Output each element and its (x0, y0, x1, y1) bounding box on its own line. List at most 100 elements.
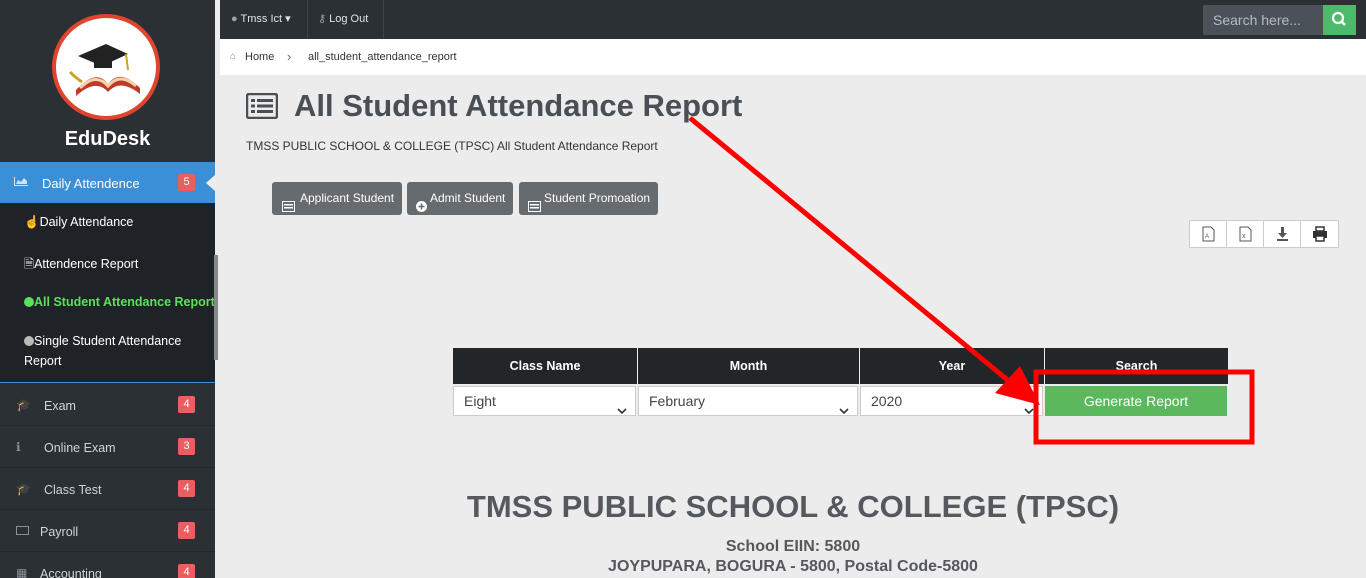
breadcrumb: ⌂ Home › all_student_attendance_report (220, 39, 1366, 75)
class-name-value: Eight (464, 393, 496, 409)
student-promoation-button[interactable]: Student Promoation (519, 182, 659, 215)
count-badge: 4 (178, 522, 195, 539)
user-icon: ● (231, 13, 238, 25)
svg-text:x: x (1242, 233, 1246, 240)
circle-icon (24, 297, 34, 307)
search-input[interactable] (1203, 5, 1323, 35)
count-badge: 4 (178, 396, 195, 413)
submenu-label: Single Student Attendance (34, 334, 182, 348)
school-address: JOYPUPARA, BOGURA - 5800, Postal Code-58… (608, 558, 978, 575)
print-icon (1313, 226, 1327, 242)
print-button[interactable] (1301, 221, 1338, 247)
sidebar-item-label: Daily Attendence (42, 176, 140, 191)
year-value: 2020 (871, 393, 903, 409)
export-excel-button[interactable]: x (1227, 221, 1264, 247)
user-name: Tmss Ict (240, 13, 283, 25)
breadcrumb-home[interactable]: Home (245, 51, 274, 63)
calculator-icon: ▦ (16, 566, 28, 578)
chevron-down-icon (617, 396, 627, 424)
home-icon: ⌂ (230, 51, 237, 62)
money-icon (16, 526, 29, 535)
breadcrumb-current: all_student_attendance_report (308, 51, 457, 63)
sidebar-item-label: Payroll (40, 525, 79, 539)
active-caret (206, 175, 215, 191)
submenu-item-single-student-attendance-report[interactable]: Single Student Attendance Report (24, 331, 214, 371)
graduation-cap-icon: 🎓 (16, 398, 31, 412)
count-badge: 4 (178, 564, 195, 578)
count-badge: 3 (178, 438, 195, 455)
pdf-file-icon: A (1202, 226, 1215, 242)
header-search: Search (1045, 348, 1228, 384)
list-icon (528, 192, 541, 225)
sidebar-item-label: Exam (44, 399, 76, 413)
download-icon (1277, 227, 1288, 241)
submenu-label-continued: Report (24, 354, 62, 368)
brand-name: EduDesk (64, 128, 151, 150)
submenu-item-attendence-report[interactable]: 🗎Attendence Report (24, 255, 138, 276)
list-alt-icon (245, 92, 279, 120)
school-name: TMSS PUBLIC SCHOOL & COLLEGE (TPSC) (466, 489, 1120, 524)
sidebar-item-label: Online Exam (44, 441, 116, 455)
applicant-student-button[interactable]: Applicant Student (272, 182, 403, 215)
export-toolbar: A x (1189, 220, 1339, 248)
plus-circle-icon (416, 192, 427, 225)
generate-report-button[interactable]: Generate Report (1045, 386, 1227, 416)
sidebar: EduDesk Daily Attendence 5 ☝Daily Attend… (0, 0, 215, 578)
sidebar-item-class-test[interactable]: 🎓 Class Test 4 (0, 468, 215, 510)
search-button[interactable] (1323, 5, 1356, 35)
school-eiin: School EIIN: 5800 (725, 538, 861, 555)
header-month: Month (638, 348, 859, 384)
submenu-item-all-student-attendance-report[interactable]: All Student Attendance Report (24, 295, 215, 309)
month-value: February (649, 393, 706, 409)
class-name-select[interactable]: Eight (453, 386, 636, 416)
user-menu-button[interactable]: ● Tmss Ict ▾ (220, 0, 308, 39)
header-class-name: Class Name (453, 348, 637, 384)
search-icon (1331, 11, 1346, 26)
sidebar-item-daily-attendence[interactable]: Daily Attendence 5 (0, 162, 215, 203)
area-chart-icon (14, 175, 28, 190)
year-select[interactable]: 2020 (860, 386, 1043, 416)
button-label: Student Promoation (544, 191, 651, 205)
page-subtitle: TMSS PUBLIC SCHOOL & COLLEGE (TPSC) All … (246, 139, 658, 153)
submenu-item-daily-attendance[interactable]: ☝Daily Attendance (24, 215, 133, 230)
svg-text:A: A (1205, 234, 1209, 240)
header-year: Year (860, 348, 1044, 384)
hand-pointer-icon: ☝ (24, 215, 40, 229)
brand: EduDesk (0, 0, 215, 162)
page-title: All Student Attendance Report (294, 88, 743, 123)
button-label: Admit Student (430, 191, 506, 205)
sidebar-scrollbar[interactable] (214, 255, 218, 360)
topbar: ● Tmss Ict ▾ ⚷ Log Out (220, 0, 1366, 39)
month-select[interactable]: February (638, 386, 858, 416)
list-icon (282, 192, 295, 225)
export-pdf-button[interactable]: A (1190, 221, 1227, 247)
chevron-down-icon (839, 396, 849, 424)
count-badge: 5 (178, 174, 195, 191)
logout-label: Log Out (329, 13, 369, 25)
caret-down-icon: ▾ (285, 13, 291, 25)
annotation-arrow-line (688, 116, 1012, 384)
sidebar-item-accounting[interactable]: ▦ Accounting 4 (0, 552, 215, 578)
sidebar-item-label: Class Test (44, 483, 102, 497)
logo (52, 14, 160, 120)
sidebar-item-online-exam[interactable]: ℹ Online Exam 3 (0, 426, 215, 468)
info-icon: ℹ (16, 440, 21, 454)
circle-icon (24, 336, 34, 346)
submenu-label: Attendence Report (34, 257, 139, 271)
key-icon: ⚷ (318, 13, 327, 25)
file-icon: 🗎 (24, 257, 35, 271)
sidebar-item-exam[interactable]: 🎓 Exam 4 (0, 384, 215, 426)
logout-button[interactable]: ⚷ Log Out (308, 0, 384, 39)
submenu: ☝Daily Attendance 🗎Attendence Report All… (0, 203, 215, 383)
count-badge: 4 (178, 480, 195, 497)
admit-student-button[interactable]: Admit Student (407, 182, 514, 215)
excel-file-icon: x (1239, 226, 1252, 242)
button-label: Applicant Student (300, 191, 395, 205)
sidebar-item-label: Accounting (40, 567, 102, 578)
submenu-label: All Student Attendance Report (34, 295, 215, 309)
chevron-right-icon: › (287, 49, 292, 64)
chevron-down-icon (1024, 396, 1034, 424)
export-download-button[interactable] (1264, 221, 1301, 247)
sidebar-item-payroll[interactable]: Payroll 4 (0, 510, 215, 552)
graduation-cap-icon: 🎓 (16, 482, 31, 496)
